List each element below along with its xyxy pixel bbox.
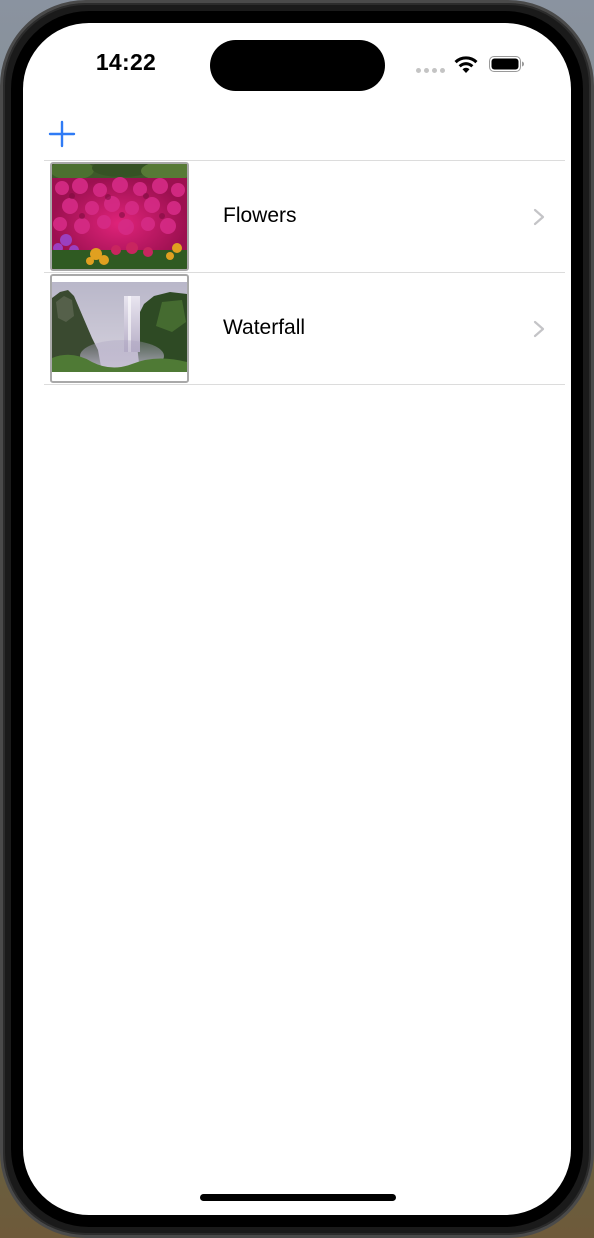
chevron-right-icon bbox=[533, 320, 545, 338]
image-list: Flowers Waterfall bbox=[44, 160, 565, 385]
app-screen: 14:22 Flowers Waterfall bbox=[23, 23, 571, 1215]
list-item-flowers[interactable]: Flowers bbox=[44, 160, 565, 272]
list-item-label: Flowers bbox=[223, 204, 297, 227]
waterfall-thumbnail bbox=[50, 274, 189, 383]
list-item-waterfall[interactable]: Waterfall bbox=[44, 272, 565, 385]
navigation-bar bbox=[23, 107, 571, 160]
home-indicator[interactable] bbox=[200, 1194, 396, 1201]
status-bar: 14:22 bbox=[23, 23, 571, 107]
wifi-icon bbox=[454, 56, 478, 73]
cellular-signal-icon bbox=[416, 68, 446, 74]
status-time: 14:22 bbox=[95, 49, 157, 75]
flowers-thumbnail bbox=[50, 162, 189, 271]
battery-icon bbox=[489, 56, 524, 72]
chevron-right-icon bbox=[533, 208, 545, 226]
list-item-label: Waterfall bbox=[223, 316, 306, 339]
add-button[interactable] bbox=[43, 115, 81, 153]
dynamic-island bbox=[210, 40, 385, 91]
plus-icon bbox=[48, 120, 76, 148]
